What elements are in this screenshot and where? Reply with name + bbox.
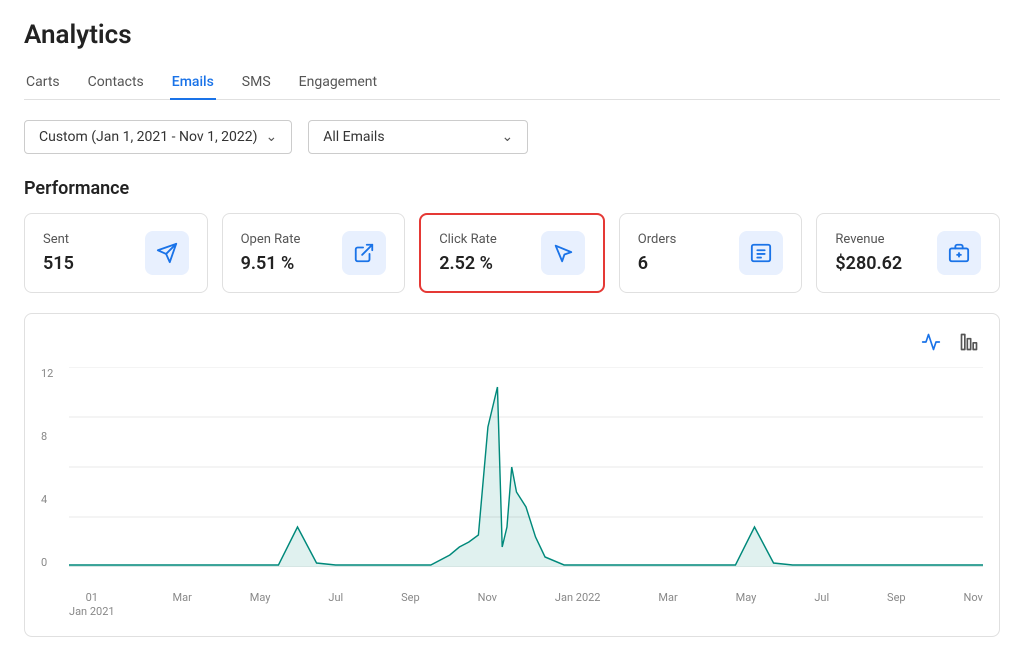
y-label-4: 4 bbox=[41, 493, 69, 506]
metric-open-rate[interactable]: Open Rate 9.51 % bbox=[222, 213, 406, 293]
email-filter-label: All Emails bbox=[323, 129, 384, 145]
click-icon bbox=[541, 231, 585, 275]
metrics-row: Sent 515 Open Rate 9.51 % bbox=[24, 213, 1000, 293]
bar-chart-button[interactable] bbox=[955, 330, 983, 359]
tab-sms[interactable]: SMS bbox=[240, 66, 273, 100]
revenue-label: Revenue bbox=[835, 232, 902, 247]
x-label-nov2021: Nov bbox=[478, 591, 497, 620]
orders-value: 6 bbox=[638, 253, 677, 274]
sent-label: Sent bbox=[43, 232, 74, 247]
chart-body: 12 8 4 0 bbox=[41, 367, 983, 587]
orders-icon bbox=[739, 231, 783, 275]
x-label-jan2022: Jan 2022 bbox=[555, 591, 601, 620]
metric-revenue[interactable]: Revenue $280.62 bbox=[816, 213, 1000, 293]
chart-container: 12 8 4 0 bbox=[24, 313, 1000, 637]
page-container: Analytics Carts Contacts Emails SMS Enga… bbox=[0, 0, 1024, 657]
x-label-mar2021: Mar bbox=[173, 591, 192, 620]
tab-engagement[interactable]: Engagement bbox=[297, 66, 379, 100]
x-axis-labels: 01 Jan 2021 Mar May Jul Sep Nov bbox=[41, 591, 983, 620]
x-label-may2021: May bbox=[250, 591, 271, 620]
y-axis-labels: 12 8 4 0 bbox=[41, 367, 69, 587]
chart-toolbar bbox=[41, 330, 983, 359]
chart-svg bbox=[69, 367, 983, 567]
date-filter-chevron: ⌄ bbox=[266, 129, 278, 145]
performance-title: Performance bbox=[24, 178, 1000, 199]
page-title: Analytics bbox=[24, 20, 1000, 50]
tab-carts[interactable]: Carts bbox=[24, 66, 62, 100]
revenue-icon bbox=[937, 231, 981, 275]
x-label-mar2022: Mar bbox=[658, 591, 677, 620]
open-icon bbox=[342, 231, 386, 275]
x-label-sep2022: Sep bbox=[887, 591, 906, 620]
line-chart-button[interactable] bbox=[917, 330, 945, 359]
tab-emails[interactable]: Emails bbox=[170, 66, 216, 100]
send-icon bbox=[145, 231, 189, 275]
x-label-jul2021: Jul bbox=[328, 591, 343, 620]
date-filter-label: Custom (Jan 1, 2021 - Nov 1, 2022) bbox=[39, 129, 258, 145]
sent-value: 515 bbox=[43, 253, 74, 274]
chart-plot bbox=[69, 367, 983, 587]
x-label-may2022: May bbox=[736, 591, 757, 620]
metric-click-rate[interactable]: Click Rate 2.52 % bbox=[419, 213, 605, 293]
x-label-sep2021: Sep bbox=[401, 591, 420, 620]
tab-bar: Carts Contacts Emails SMS Engagement bbox=[24, 66, 1000, 100]
y-label-8: 8 bbox=[41, 430, 69, 443]
email-filter-chevron: ⌄ bbox=[502, 129, 514, 145]
orders-label: Orders bbox=[638, 232, 677, 247]
metric-sent[interactable]: Sent 515 bbox=[24, 213, 208, 293]
click-rate-value: 2.52 % bbox=[439, 253, 497, 274]
y-label-12: 12 bbox=[41, 367, 69, 380]
email-filter[interactable]: All Emails ⌄ bbox=[308, 120, 528, 154]
revenue-value: $280.62 bbox=[835, 253, 902, 274]
tab-contacts[interactable]: Contacts bbox=[86, 66, 146, 100]
metric-orders[interactable]: Orders 6 bbox=[619, 213, 803, 293]
x-label-jul2022: Jul bbox=[814, 591, 829, 620]
date-filter[interactable]: Custom (Jan 1, 2021 - Nov 1, 2022) ⌄ bbox=[24, 120, 292, 154]
filter-bar: Custom (Jan 1, 2021 - Nov 1, 2022) ⌄ All… bbox=[24, 120, 1000, 154]
open-rate-value: 9.51 % bbox=[241, 253, 301, 274]
y-label-0: 0 bbox=[41, 556, 69, 569]
x-label-nov2022: Nov bbox=[964, 591, 983, 620]
open-rate-label: Open Rate bbox=[241, 232, 301, 247]
x-label-jan2021: 01 Jan 2021 bbox=[69, 591, 115, 620]
click-rate-label: Click Rate bbox=[439, 232, 497, 247]
